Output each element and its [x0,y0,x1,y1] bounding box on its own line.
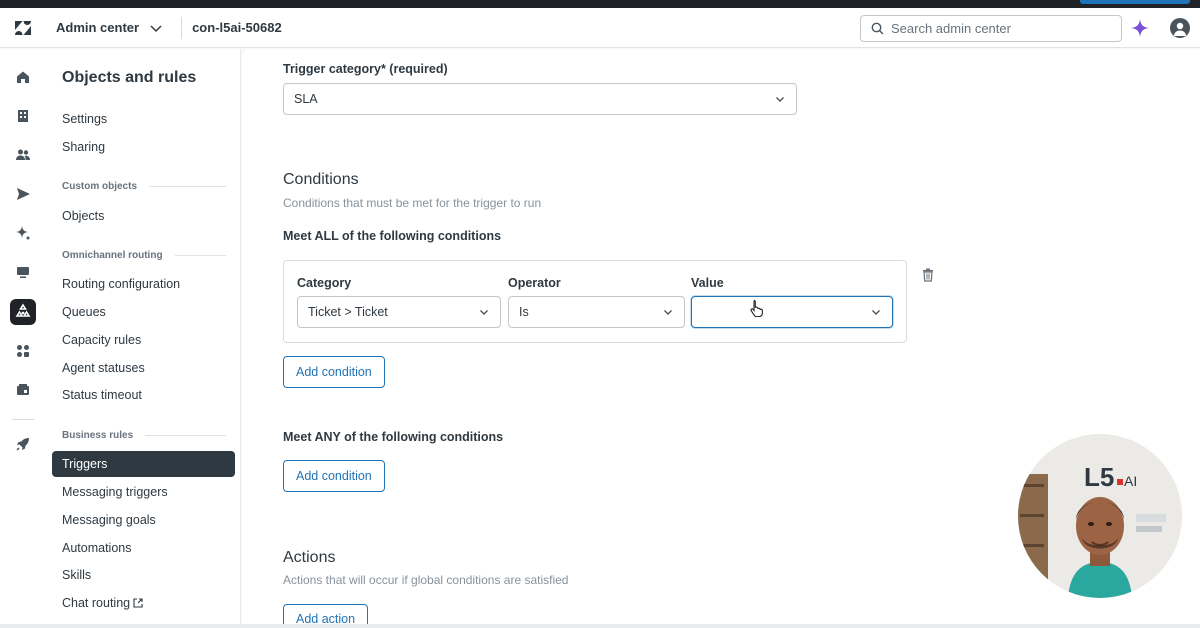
monitor-icon[interactable] [10,259,36,285]
nav-objects[interactable]: Objects [62,209,104,223]
nav-routing-configuration[interactable]: Routing configuration [62,277,180,291]
chevron-down-icon [776,97,784,102]
add-condition-all-button[interactable]: Add condition [283,356,385,388]
nav-capacity-rules[interactable]: Capacity rules [62,333,141,347]
category-column-label: Category [297,276,352,290]
nav-chat-routing[interactable]: Chat routing [62,596,143,610]
section-omnichannel-routing: Omnichannel routing [62,250,226,261]
product-rail [0,49,46,628]
condition-row: Category Operator Value Ticket > Ticket … [283,260,907,343]
trigger-category-label: Trigger category* (required) [283,62,448,76]
apps-icon[interactable] [10,338,36,364]
conditions-subtitle: Conditions that must be met for the trig… [283,196,542,210]
rocket-icon[interactable] [10,431,36,457]
value-column-label: Value [691,276,724,290]
condition-category-select[interactable]: Ticket > Ticket [297,296,501,328]
meet-any-label: Meet ANY of the following conditions [283,430,504,444]
nav-chat-routing-label: Chat routing [62,596,131,610]
actions-subtitle: Actions that will occur if global condit… [283,573,569,587]
nav-messaging-goals[interactable]: Messaging goals [62,513,156,527]
send-icon[interactable] [10,181,36,207]
subnav-title: Objects and rules [62,69,197,86]
top-blue-tab [1080,0,1190,4]
ai-sparkle-icon[interactable] [1131,19,1149,42]
nav-skills[interactable]: Skills [62,568,91,582]
section-label: Business rules [62,430,134,441]
product-switcher[interactable]: Admin center [56,20,163,35]
condition-category-value: Ticket > Ticket [308,305,388,319]
presenter-webcam: L5 AI [1018,434,1182,598]
rail-divider [12,419,34,420]
nav-automations[interactable]: Automations [62,541,131,555]
svg-text:AI: AI [1124,473,1137,489]
search-box[interactable] [860,15,1122,42]
chevron-down-icon [480,310,488,315]
condition-operator-value: Is [519,305,529,319]
objects-rules-icon[interactable] [10,299,36,325]
presenter-video-image: L5 AI [1018,434,1182,598]
objects-rules-nav: Objects and rules Settings Sharing Custo… [46,49,241,628]
nav-queues[interactable]: Queues [62,305,106,319]
section-custom-objects: Custom objects [62,181,226,192]
condition-operator-select[interactable]: Is [508,296,685,328]
top-header: Admin center con-l5ai-50682 [0,8,1200,48]
building-icon[interactable] [10,103,36,129]
chevron-down-icon [150,24,162,32]
search-icon [871,22,884,35]
nav-sharing[interactable]: Sharing [62,140,105,154]
section-business-rules: Business rules [62,430,226,441]
user-avatar[interactable] [1170,18,1190,38]
nav-triggers-label: Triggers [62,457,108,471]
svg-text:L5: L5 [1084,462,1114,492]
hand-cursor-icon [750,299,764,322]
trigger-category-value: SLA [294,92,318,106]
trigger-category-select[interactable]: SLA [283,83,797,115]
condition-value-select[interactable] [691,296,893,328]
nav-settings[interactable]: Settings [62,112,107,126]
external-link-icon [133,598,143,608]
user-icon [1174,22,1186,36]
chevron-down-icon [872,310,880,315]
sparkle-icon[interactable] [10,220,36,246]
nav-status-timeout[interactable]: Status timeout [62,388,142,402]
meet-all-label: Meet ALL of the following conditions [283,229,502,243]
product-label: Admin center [56,20,140,35]
home-icon[interactable] [10,64,36,90]
add-condition-any-button[interactable]: Add condition [283,460,385,492]
account-label: con-l5ai-50682 [192,20,282,35]
nav-agent-statuses[interactable]: Agent statuses [62,361,145,375]
nav-triggers[interactable]: Triggers [52,451,235,477]
bottom-scroll-bar [0,624,1200,628]
delete-condition-icon[interactable] [922,268,934,287]
section-label: Custom objects [62,181,138,192]
conditions-title: Conditions [283,171,359,188]
operator-column-label: Operator [508,276,561,290]
people-icon[interactable] [10,142,36,168]
workspace-icon[interactable] [10,377,36,403]
actions-title: Actions [283,549,336,566]
search-input[interactable] [891,21,1111,36]
header-divider [181,16,183,39]
zendesk-logo[interactable] [0,20,46,35]
browser-top-strip [0,0,1200,8]
nav-messaging-triggers[interactable]: Messaging triggers [62,485,168,499]
chevron-down-icon [664,310,672,315]
section-label: Omnichannel routing [62,250,163,261]
